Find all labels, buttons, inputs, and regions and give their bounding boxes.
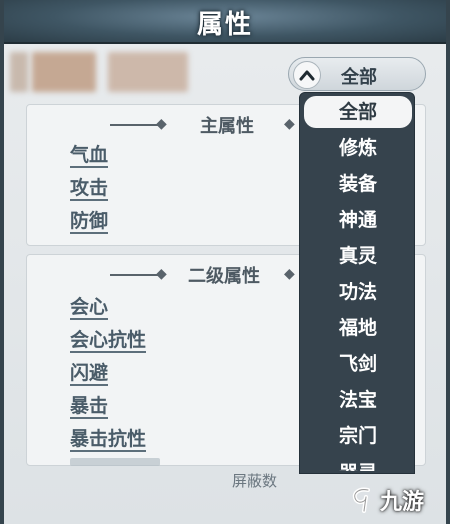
filter-selected-label: 全部 xyxy=(341,67,377,88)
ornament-icon: ◆ xyxy=(156,266,167,282)
watermark-logo: 九游 xyxy=(348,482,424,518)
watermark-text: 九游 xyxy=(380,490,425,515)
chevron-up-icon xyxy=(293,61,321,89)
stat-baoji[interactable]: 暴击 xyxy=(70,395,109,419)
filter-dropdown-button[interactable]: 全部 xyxy=(288,57,426,91)
title-divider-left xyxy=(110,274,158,276)
option-shentong[interactable]: 神通 xyxy=(300,204,414,236)
nine-game-logo-icon xyxy=(352,487,370,513)
option-feijian[interactable]: 飞剑 xyxy=(300,348,414,380)
option-quanbu[interactable]: 全部 xyxy=(304,96,412,128)
section-title-secondary: 二级属性 xyxy=(188,266,260,287)
filter-dropdown-list: 全部 修炼 装备 神通 真灵 功法 福地 飞剑 法宝 宗门 器灵 xyxy=(299,92,415,474)
option-gongfa[interactable]: 功法 xyxy=(300,276,414,308)
title-divider-left xyxy=(110,124,158,126)
stat-baoji-kangxing[interactable]: 暴击抗性 xyxy=(70,428,147,452)
option-qiling[interactable]: 器灵 xyxy=(300,457,414,471)
ornament-icon: ◆ xyxy=(284,266,295,282)
cutoff-stat-row xyxy=(70,458,160,466)
attribute-window: 属性 ◆ 主属性 ◆ 气血 攻击 防御 ◆ 二级属性 ◆ 会心 会心抗性 闪避 … xyxy=(0,0,450,524)
stat-fangyu[interactable]: 防御 xyxy=(70,210,109,234)
shield-data-label[interactable]: 屏蔽数 xyxy=(232,470,277,491)
option-zongmen[interactable]: 宗门 xyxy=(300,420,414,452)
option-fudi[interactable]: 福地 xyxy=(300,312,414,344)
blurred-info xyxy=(108,52,188,92)
section-title-main: 主属性 xyxy=(200,116,254,137)
ornament-icon: ◆ xyxy=(284,116,295,132)
blurred-avatar xyxy=(10,52,28,92)
stat-huixin-kangxing[interactable]: 会心抗性 xyxy=(70,329,147,353)
stat-qixue[interactable]: 气血 xyxy=(70,144,109,168)
option-fabao[interactable]: 法宝 xyxy=(300,384,414,416)
ornament-icon: ◆ xyxy=(156,116,167,132)
stat-gongji[interactable]: 攻击 xyxy=(70,177,109,201)
option-zhuangbei[interactable]: 装备 xyxy=(300,168,414,200)
option-xiulian[interactable]: 修炼 xyxy=(300,132,414,164)
window-header: 属性 xyxy=(4,0,446,44)
stat-shanbi[interactable]: 闪避 xyxy=(70,362,109,386)
stat-huixin[interactable]: 会心 xyxy=(70,296,109,320)
option-zhenling[interactable]: 真灵 xyxy=(300,240,414,272)
blurred-name xyxy=(32,52,96,92)
window-title: 属性 xyxy=(196,10,253,40)
